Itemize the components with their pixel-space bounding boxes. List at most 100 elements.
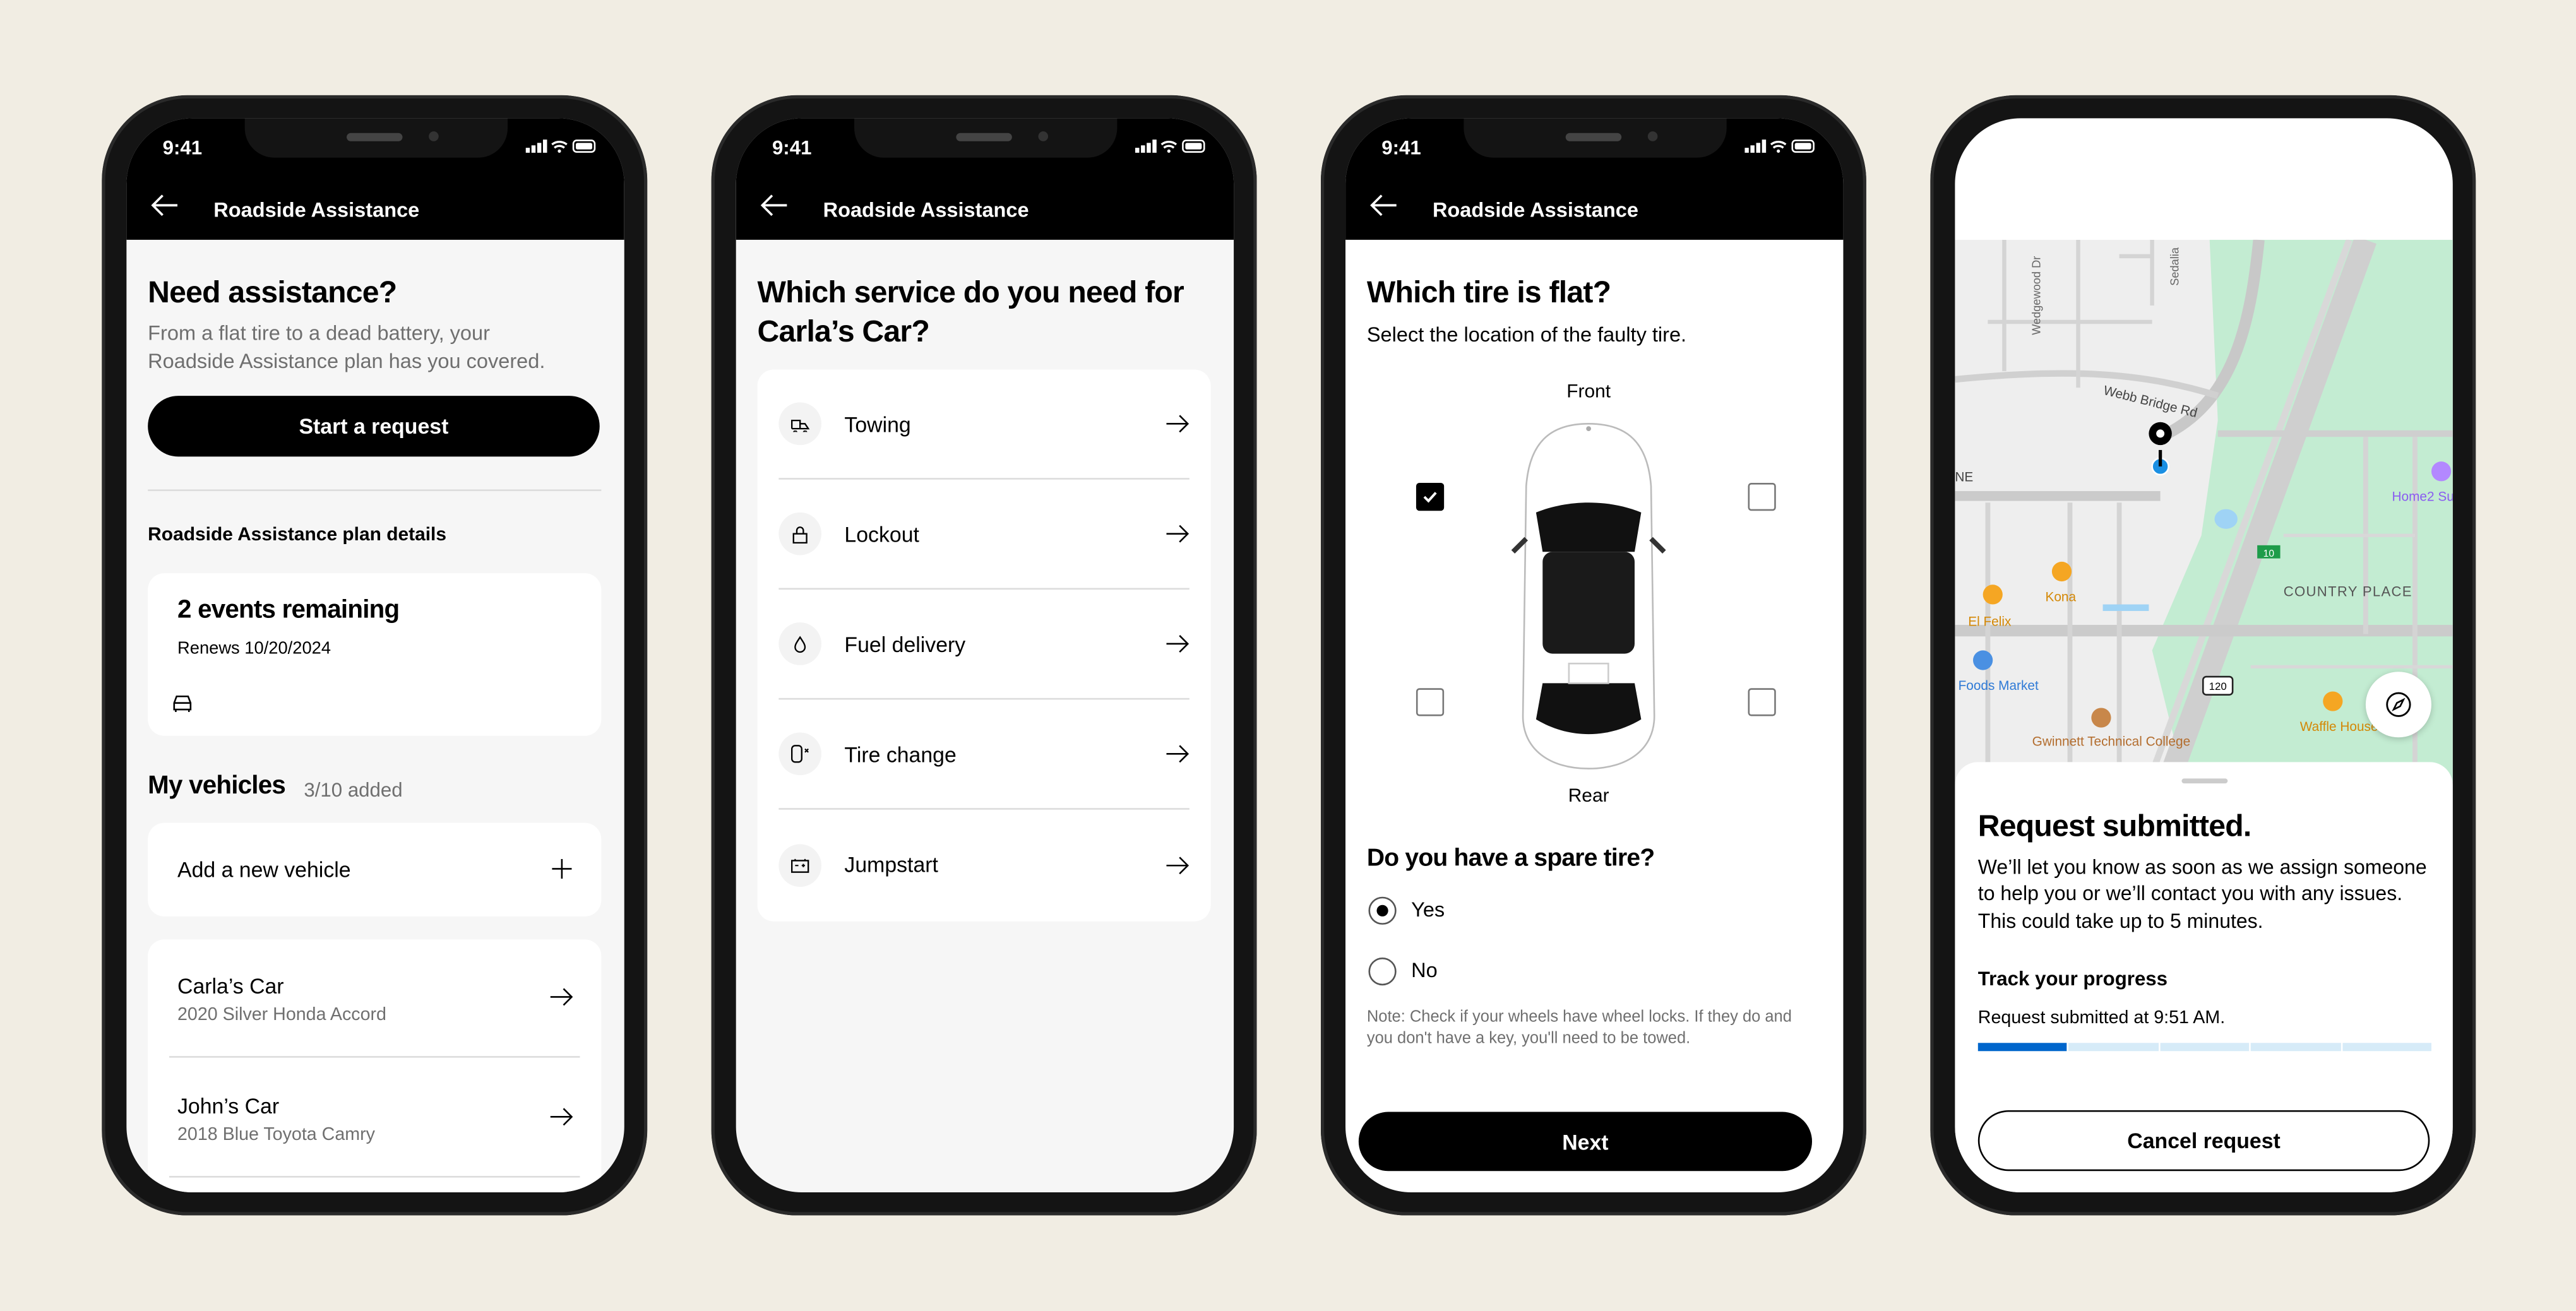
wheel-lock-note: Note: Check if your wheels have wheel lo… — [1366, 1008, 1792, 1047]
poi-label: Gwinnett Technical College — [2032, 734, 2190, 749]
divider — [148, 489, 602, 491]
back-arrow-icon[interactable] — [759, 194, 789, 217]
spare-yes-label: Yes — [1411, 898, 1445, 922]
status-icons — [1135, 138, 1207, 155]
spare-no-radio[interactable] — [1368, 957, 1397, 986]
arrow-right-icon — [1166, 415, 1190, 433]
progress-segment — [2251, 1043, 2340, 1052]
poi-label: Foods Market — [1959, 679, 2039, 693]
tire-rear-right-checkbox[interactable] — [1748, 688, 1776, 716]
tire-front-left-checkbox[interactable] — [1416, 482, 1445, 511]
map-label: COUNTRY PLACE — [2284, 584, 2412, 600]
map-label: Sedalia — [2168, 247, 2181, 286]
arrow-right-icon — [1166, 635, 1190, 653]
app-header: 9:41 Roadside Assistance — [1345, 118, 1844, 240]
service-fuel[interactable]: Fuel delivery — [778, 590, 1190, 700]
status-icons — [525, 138, 598, 155]
check-icon — [1423, 492, 1437, 503]
plan-card: 2 events remaining Renews 10/20/2024 — [148, 573, 602, 736]
car-top-view-icon — [1511, 423, 1666, 770]
arrow-right-icon — [1166, 856, 1190, 874]
progress-segment — [1977, 1043, 2068, 1052]
spare-question: Do you have a spare tire? — [1366, 844, 1655, 872]
service-label: Jumpstart — [844, 852, 938, 877]
front-label: Front — [1566, 383, 1611, 403]
highway-shield: 120 — [2209, 680, 2227, 692]
screen-request-submitted: Wedgewood Dr Sedalia Webb Bridge Rd NE C… — [1955, 118, 2453, 1193]
events-remaining: 2 events remaining — [177, 596, 400, 624]
highway-shield: 10 — [2263, 549, 2275, 559]
lock-icon — [778, 512, 821, 555]
status-icons — [1744, 138, 1816, 155]
service-towing[interactable]: Towing — [778, 369, 1190, 480]
vehicles-heading: My vehicles — [148, 771, 286, 800]
status-time: 9:41 — [1381, 136, 1421, 160]
page-description: From a flat tire to a dead battery, your… — [148, 321, 546, 372]
service-label: Fuel delivery — [844, 631, 966, 656]
vehicle-list: Carla’s Car 2020 Silver Honda Accord Joh… — [148, 939, 602, 1193]
plus-icon — [552, 858, 572, 879]
battery-icon — [778, 843, 821, 886]
poi-label: Waffle House — [2300, 720, 2378, 734]
notch — [854, 118, 1118, 158]
next-button[interactable]: Next — [1358, 1112, 1813, 1172]
vehicles-count: 3/10 added — [304, 778, 403, 802]
poi-label: Home2 Suites — [2392, 490, 2453, 504]
bottom-sheet: Request submitted. We’ll let you know as… — [1955, 762, 2453, 1193]
status-time: 9:41 — [162, 136, 203, 160]
screen-home: 9:41 Roadside Assistance Need assistance… — [126, 118, 624, 1193]
vehicle-name: John’s Car — [177, 1093, 280, 1118]
spare-no-label: No — [1411, 959, 1438, 982]
tire-rear-left-checkbox[interactable] — [1416, 688, 1445, 716]
service-jumpstart[interactable]: Jumpstart — [778, 810, 1190, 920]
arrow-right-icon — [1166, 745, 1190, 763]
tire-icon — [778, 732, 821, 776]
tire-front-right-checkbox[interactable] — [1748, 482, 1776, 511]
arrow-right-icon — [550, 988, 573, 1006]
phone-service-select: 9:41 Roadside Assistance Which service d… — [711, 95, 1257, 1216]
status-time: 9:41 — [772, 136, 812, 160]
service-label: Lockout — [844, 521, 919, 547]
service-label: Tire change — [844, 741, 957, 766]
progress-segment — [2342, 1043, 2432, 1052]
screen-service-select: 9:41 Roadside Assistance Which service d… — [736, 118, 1234, 1193]
spare-yes-radio[interactable] — [1368, 896, 1397, 925]
service-label: Towing — [844, 411, 911, 436]
track-heading: Track your progress — [1977, 967, 2168, 991]
sheet-title: Request submitted. — [1977, 808, 2251, 843]
progress-segment — [2160, 1043, 2250, 1052]
progress-segment — [2068, 1043, 2159, 1052]
sheet-handle[interactable] — [2181, 778, 2228, 784]
cancel-request-button[interactable]: Cancel request — [1977, 1110, 2430, 1172]
sheet-message: We’ll let you know as soon as we assign … — [1977, 855, 2427, 932]
signal-wifi-battery-icon — [525, 139, 596, 153]
recenter-compass-button[interactable] — [2365, 672, 2431, 738]
poi-label: Kona — [2045, 590, 2076, 604]
service-tire-change[interactable]: Tire change — [778, 699, 1190, 810]
plan-heading: Roadside Assistance plan details — [148, 525, 447, 545]
vehicle-detail: 2020 Silver Honda Accord — [177, 1005, 386, 1025]
arrow-right-icon — [1166, 525, 1190, 543]
phone-home: 9:41 Roadside Assistance Need assistance… — [102, 95, 648, 1216]
arrow-right-icon — [550, 1108, 573, 1126]
vehicle-name: Carla’s Car — [177, 973, 284, 999]
map-label: NE — [1955, 470, 1973, 484]
start-request-button[interactable]: Start a request — [148, 396, 600, 457]
add-vehicle-button[interactable]: Add a new vehicle — [148, 822, 602, 917]
page-title: Which service do you need for Carla’s Ca… — [757, 274, 1184, 348]
vehicle-item[interactable]: Carla’s Car 2020 Silver Honda Accord — [169, 939, 580, 1058]
compass-icon — [2386, 692, 2411, 717]
vehicle-item[interactable]: John’s Car 2018 Blue Toyota Camry — [169, 1058, 580, 1178]
back-arrow-icon[interactable] — [1368, 194, 1398, 217]
page-title: Which tire is flat? — [1366, 274, 1611, 309]
page-title: Need assistance? — [148, 274, 397, 309]
fuel-drop-icon — [778, 622, 821, 665]
notch — [1464, 118, 1727, 158]
service-lockout[interactable]: Lockout — [778, 480, 1190, 590]
header-title: Roadside Assistance — [1432, 198, 1638, 222]
app-header: 9:41 Roadside Assistance — [736, 118, 1234, 240]
service-list: Towing Lockout Fuel delivery Tire change… — [757, 369, 1211, 922]
stage: 9:41 Roadside Assistance Need assistance… — [0, 0, 2576, 1310]
phone-request-submitted: Wedgewood Dr Sedalia Webb Bridge Rd NE C… — [1930, 95, 2476, 1216]
back-arrow-icon[interactable] — [150, 194, 179, 217]
